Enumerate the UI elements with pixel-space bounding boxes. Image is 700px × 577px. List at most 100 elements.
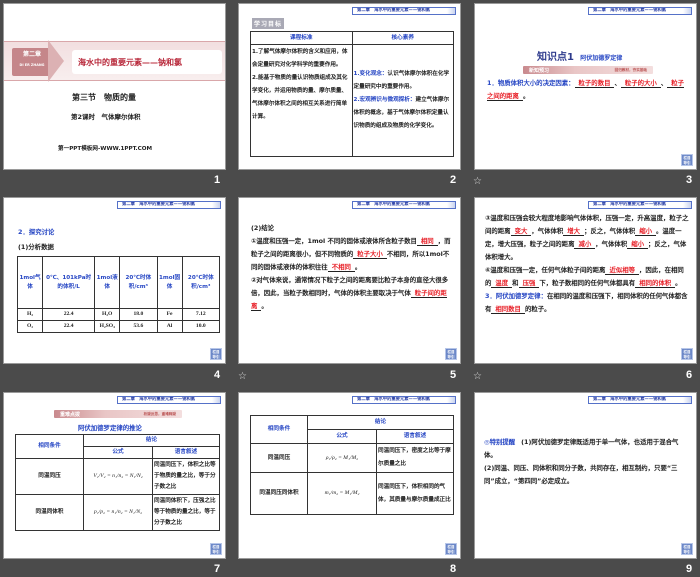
table-cell: H₂O xyxy=(94,308,121,321)
slide-thumbnail-1[interactable]: 第二章 DI ER ZHANG 海水中的重要元素——钠和氯 第三节 物质的量 第… xyxy=(3,3,226,170)
table-row: 同温同压同体积 m₁/m₂ = M₁/M₂ 同温同压下，体积相同的气体，其质量与摩尔… xyxy=(250,472,454,515)
lesson-title: 第2课时 气体摩尔体积 xyxy=(71,113,141,121)
condition-cell: 同温同压 xyxy=(15,458,84,495)
condition-cell: 同温同体积 xyxy=(15,494,84,531)
column-header: 0℃、101kPa时的体积/L xyxy=(42,256,96,309)
slide-number: 4 xyxy=(214,369,221,381)
paragraph-text: ，气体体积 xyxy=(595,240,628,248)
table-cell: H₂ xyxy=(16,308,44,321)
table-title: 阿伏加德罗定律的推论 xyxy=(78,424,142,432)
table-row: O₂ 22.4 H₂SO₄ 53.6 Al 10.0 xyxy=(16,320,221,333)
slide-thumbnail-3[interactable]: 第二章 海水中的重要元素——钠和氯 知识点1 阿伏加德罗定律 新知预习 回归教材，… xyxy=(474,3,697,170)
special-reminder: ◎特别提醒 (1)阿伏加德罗定律既适用于单一气体，也适用于混合气体。 (2)同温、… xyxy=(484,436,689,488)
slide-thumbnail-6[interactable]: 第二章 海水中的重要元素——钠和氯 ③温度和压强会较大程度地影响气体体积，压强一… xyxy=(474,197,697,364)
literacy-key-1: 1.变化观念： xyxy=(353,71,388,77)
slide-thumbnail-5[interactable]: 第二章 海水中的重要元素——钠和氯 (2)结论 ①温度和压强一定，1mol 不同的… xyxy=(238,197,461,364)
footer-text: 第一PPT模板网-WWW.1PPT.COM xyxy=(58,146,153,152)
slide-number: 5 xyxy=(450,369,457,381)
nav-button[interactable]: 栏目导引 xyxy=(681,154,693,166)
slide-thumbnail-4[interactable]: 第二章 海水中的重要元素——钠和氯 2．探究讨论 (1)分析数据 1mol气体 0… xyxy=(3,197,226,364)
nav-button[interactable]: 栏目导引 xyxy=(681,348,693,360)
description-cell: 同温同压下，密度之比等于摩尔质量之比 xyxy=(376,443,454,473)
star-transition-icon[interactable]: ☆ xyxy=(238,371,247,382)
paragraph-text: 。 xyxy=(261,302,268,310)
formula-cell: p₁/p₂ = n₁/n₂ = N₁/N₂ xyxy=(83,494,153,531)
literacy-key-2: 2.宏观辨识与微观探析： xyxy=(353,97,416,103)
table-row: H₂ 22.4 H₂O 18.0 Fe 7.12 xyxy=(16,308,221,321)
paragraph-text: 。 xyxy=(675,279,682,287)
knowledge-point-title: 知识点1 阿伏加德罗定律 xyxy=(537,48,622,63)
header-condition: 相同条件 xyxy=(250,415,308,444)
slide-number: 6 xyxy=(686,369,693,381)
header-condition: 相同条件 xyxy=(15,434,84,459)
core-literacy-text: 1.变化观念：认识气体摩尔体积在化学定量研究中的重要作用。 2.宏观辨识与微观探… xyxy=(351,44,454,157)
column-header: 20℃时体积/cm³ xyxy=(119,256,158,309)
table-cell: 7.12 xyxy=(181,308,221,321)
slide-thumbnail-8[interactable]: 第二章 海水中的重要元素——钠和氯 相同条件 结论 公式 语言叙述 同温同压 ρ₁/ρ… xyxy=(238,392,461,559)
nav-button[interactable]: 栏目导引 xyxy=(445,348,457,360)
nav-button[interactable]: 栏目导引 xyxy=(210,348,222,360)
answer-blank: 粒子大小 xyxy=(353,250,387,259)
paragraph-text: 1．物质体积大小的决定因素： xyxy=(487,79,575,87)
star-transition-icon[interactable]: ☆ xyxy=(473,371,482,382)
header-formula: 公式 xyxy=(83,446,153,459)
table-row: 同温同体积 p₁/p₂ = n₁/n₂ = N₁/N₂ 同温同体积下，压强之比等于物… xyxy=(15,494,220,531)
preview-bar: 新知预习 回归教材，夯实基础 xyxy=(523,66,653,74)
slide-number: 3 xyxy=(686,174,693,186)
table-row: 同温同压 V₁/V₂ = n₁/n₂ = N₁/N₂ 同温同压下，体积之比等于物质的… xyxy=(15,458,220,495)
header-formula: 公式 xyxy=(307,429,377,444)
preview-bar-label: 新知预习 xyxy=(529,68,550,74)
slide-number: 7 xyxy=(214,563,221,575)
paragraph-text: 下，粒子数相同的任何气体都具有 xyxy=(539,279,636,287)
key-points-bar-label: 重难点拨 xyxy=(60,412,81,418)
paragraph-text: 的粒子。 xyxy=(524,305,551,313)
slide-number: 2 xyxy=(450,174,457,186)
paragraph-text: ①温度和压强一定，1mol 不同的固体或液体所含粒子数目 xyxy=(251,237,417,245)
answer-blank: 减小 xyxy=(574,240,596,249)
key-points-bar-note: 析疑反思，重难释疑 xyxy=(143,412,176,416)
star-transition-icon[interactable]: ☆ xyxy=(473,176,482,187)
description-cell: 同温同压下，体积之比等于物质的量之比，等于分子数之比 xyxy=(152,458,220,495)
table-row: 同温同压 ρ₁/ρ₂ = M₁/M₂ 同温同压下，密度之比等于摩尔质量之比 xyxy=(250,443,454,473)
special-reminder-label: ◎特别提醒 xyxy=(484,438,516,446)
slide-number: 1 xyxy=(214,174,221,186)
chevron-arrow xyxy=(48,40,64,82)
answer-blank: 增大 xyxy=(563,227,585,236)
answer-blank: 不相同 xyxy=(327,263,355,272)
chapter-header-banner: 第二章 海水中的重要元素——钠和氯 xyxy=(588,201,692,209)
table-cell: 22.4 xyxy=(42,320,96,333)
reminder-point-2: (2)同温、同压、同体积和同分子数，共同存在，相互制约，只要“三同”成立，“第四… xyxy=(484,464,678,485)
column-header: 1mol液体 xyxy=(94,256,121,309)
key-points-bar: 重难点拨 析疑反思，重难释疑 xyxy=(54,410,182,418)
paragraph-text: 。 xyxy=(354,263,362,271)
chapter-header-banner: 第二章 海水中的重要元素——钠和氯 xyxy=(352,201,456,209)
chapter-pinyin: DI ER ZHANG xyxy=(19,63,45,67)
nav-button[interactable]: 栏目导引 xyxy=(681,543,693,555)
slide-thumbnail-7[interactable]: 第二章 海水中的重要元素——钠和氯 重难点拨 析疑反思，重难释疑 阿伏加德罗定律的… xyxy=(3,392,226,559)
nav-button[interactable]: 栏目导引 xyxy=(210,543,222,555)
formula-cell: m₁/m₂ = M₁/M₂ xyxy=(307,472,377,515)
nav-button[interactable]: 栏目导引 xyxy=(445,543,457,555)
paragraph-text: ，气体体积 xyxy=(531,227,564,235)
course-standard-text: 1.了解气体摩尔体积的含义和应用，体会定量研究对化学科学的重要作用。 2.能基于… xyxy=(250,44,353,157)
chapter-header-banner: 第二章 海水中的重要元素——钠和氯 xyxy=(352,396,456,404)
column-header: 1mol气体 xyxy=(16,256,44,309)
column-header: 20℃时体积/cm³ xyxy=(181,256,221,309)
column-header: 1mol固体 xyxy=(156,256,183,309)
table-cell: 53.6 xyxy=(119,320,158,333)
chapter-header-banner: 第二章 海水中的重要元素——钠和氯 xyxy=(588,7,692,15)
answer-blank: 压强 xyxy=(518,279,540,288)
inference-table: 相同条件 结论 公式 语言叙述 同温同压 ρ₁/ρ₂ = M₁/M₂ 同温同压下，密度之… xyxy=(250,415,454,515)
paragraph-text: (2)结论 xyxy=(251,224,275,232)
header-conclusion: 结论 xyxy=(83,434,220,447)
slide-thumbnail-2[interactable]: 第二章 海水中的重要元素——钠和氯 学习目标 课程标准 核心素养 1.了解气体摩尔… xyxy=(238,3,461,170)
chapter-header-banner: 第二章 海水中的重要元素——钠和氯 xyxy=(117,201,221,209)
answer-blank: 相同的体积 xyxy=(635,279,676,288)
slide-number: 8 xyxy=(450,563,457,575)
subheading: (1)分析数据 xyxy=(18,243,54,251)
slide6-paragraph: ③温度和压强会较大程度地影响气体体积，压强一定，升高温度，粒子之间的距离 变大 ，气… xyxy=(485,212,690,316)
condition-cell: 同温同压 xyxy=(250,443,308,473)
slide-thumbnail-9[interactable]: 第二章 海水中的重要元素——钠和氯 ◎特别提醒 (1)阿伏加德罗定律既适用于单一气… xyxy=(474,392,697,559)
answer-blank: 缩小 xyxy=(635,227,656,236)
table-cell: Al xyxy=(156,320,183,333)
